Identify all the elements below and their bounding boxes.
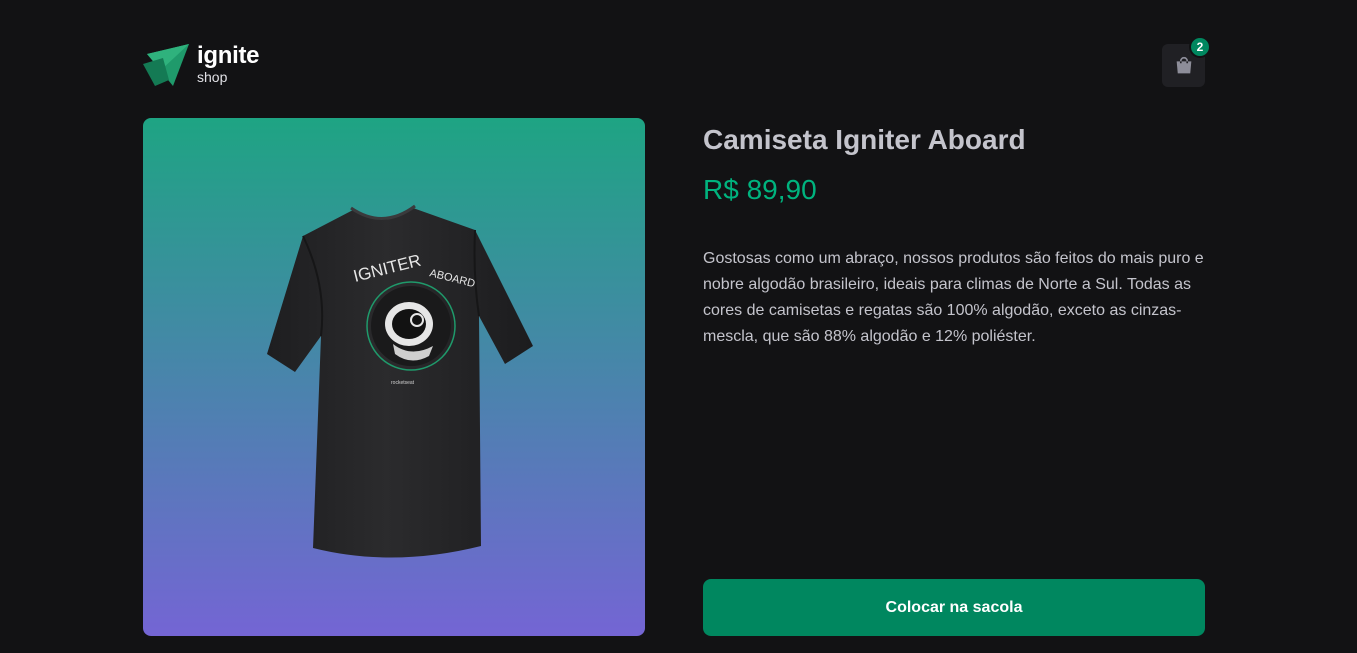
logo-text: ignite shop (197, 42, 260, 85)
shopping-bag-icon (1176, 56, 1191, 73)
product-page: ignite shop 2 IGNITER ABOARD rocketseat … (0, 0, 1357, 653)
ignite-logo-icon (143, 44, 189, 86)
add-to-bag-button[interactable]: Colocar na sacola (703, 579, 1205, 636)
product-description: Gostosas como um abraço, nossos produtos… (703, 250, 1204, 345)
product-title: Camiseta Igniter Aboard (703, 124, 1026, 155)
tshirt-image: IGNITER ABOARD rocketseat (267, 204, 533, 558)
cart-button[interactable]: 2 (1162, 36, 1211, 87)
svg-text:rocketseat: rocketseat (391, 380, 415, 386)
product-details: Camiseta Igniter Aboard R$ 89,90 Gostosa… (703, 118, 1205, 636)
logo-subtitle: shop (197, 69, 228, 85)
logo-title: ignite (197, 42, 260, 69)
header: ignite shop 2 (143, 36, 1211, 88)
product-image-container: IGNITER ABOARD rocketseat (143, 118, 645, 636)
product-price: R$ 89,90 (703, 174, 817, 205)
cart-count-badge: 2 (1189, 36, 1211, 58)
logo-link[interactable]: ignite shop (143, 40, 260, 88)
